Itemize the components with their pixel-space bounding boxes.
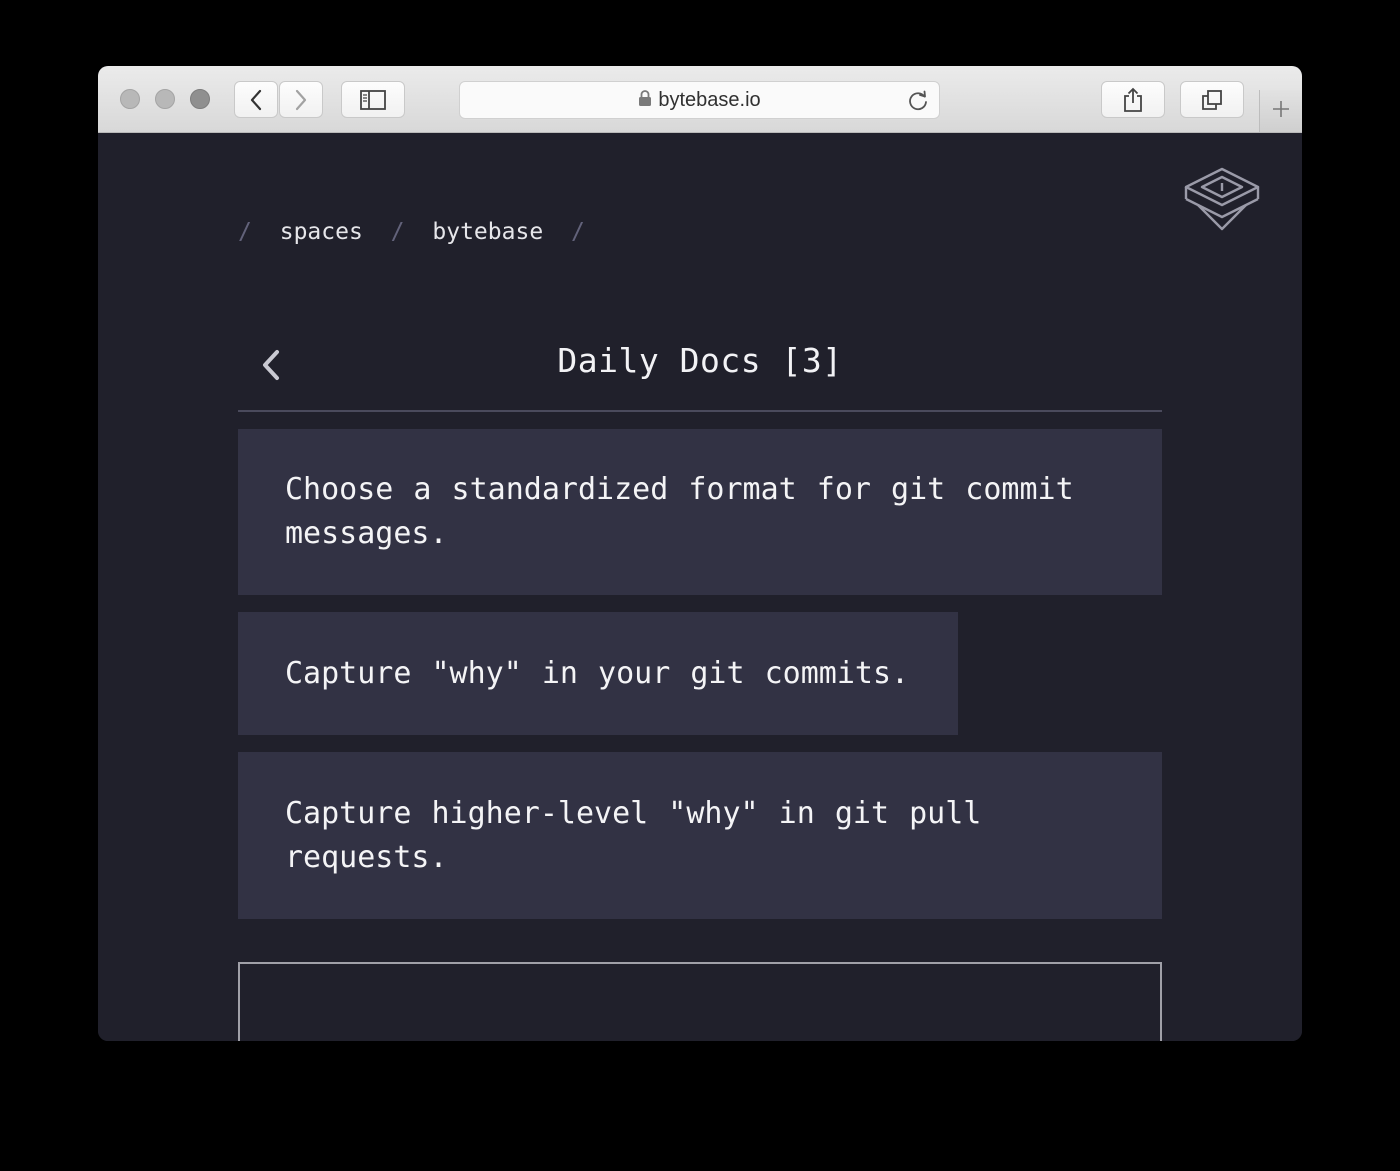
breadcrumb-item-spaces[interactable]: spaces	[280, 219, 363, 245]
reload-icon[interactable]	[907, 90, 929, 116]
tabs-overview-icon	[1201, 89, 1223, 111]
chevron-left-icon	[249, 89, 263, 111]
back-button[interactable]	[234, 81, 278, 118]
zoom-window-button[interactable]	[190, 89, 210, 109]
browser-toolbar: bytebase.io	[98, 66, 1302, 133]
sidebar-toggle-button[interactable]	[341, 81, 405, 118]
doc-card-text: Capture higher-level "why" in git pull r…	[285, 795, 982, 875]
new-doc-input[interactable]	[238, 962, 1162, 1041]
minimize-window-button[interactable]	[155, 89, 175, 109]
breadcrumb-separator: /	[571, 219, 585, 245]
url-text: bytebase.io	[658, 88, 761, 111]
doc-card-text: Choose a standardized format for git com…	[285, 472, 1074, 551]
title-divider	[238, 410, 1162, 412]
stacked-layers-logo-icon[interactable]	[1184, 167, 1260, 235]
page-title: Daily Docs [3]	[557, 341, 843, 380]
address-bar[interactable]: bytebase.io	[459, 81, 940, 119]
breadcrumb: / spaces / bytebase /	[238, 219, 585, 245]
doc-card-text: Capture "why" in your git commits.	[285, 655, 910, 691]
new-tab-button[interactable]	[1259, 90, 1302, 132]
share-button[interactable]	[1101, 81, 1165, 118]
breadcrumb-separator: /	[238, 219, 252, 245]
sidebar-icon	[360, 89, 386, 110]
doc-card[interactable]: Capture "why" in your git commits.	[238, 612, 958, 735]
doc-card[interactable]: Capture higher-level "why" in git pull r…	[238, 752, 1162, 919]
page-content: / spaces / bytebase / Daily Docs [3] Cho…	[98, 133, 1302, 1041]
chevron-right-icon	[294, 89, 308, 111]
doc-card[interactable]: Choose a standardized format for git com…	[238, 429, 1162, 595]
browser-window: bytebase.io / spaces / bytebase / Daily …	[98, 66, 1302, 1041]
tabs-overview-button[interactable]	[1180, 81, 1244, 118]
close-window-button[interactable]	[120, 89, 140, 109]
plus-icon	[1271, 99, 1291, 123]
breadcrumb-separator: /	[390, 219, 405, 245]
breadcrumb-item-bytebase[interactable]: bytebase	[432, 219, 543, 245]
forward-button[interactable]	[279, 81, 323, 118]
lock-icon	[638, 89, 652, 111]
share-icon	[1122, 87, 1144, 113]
